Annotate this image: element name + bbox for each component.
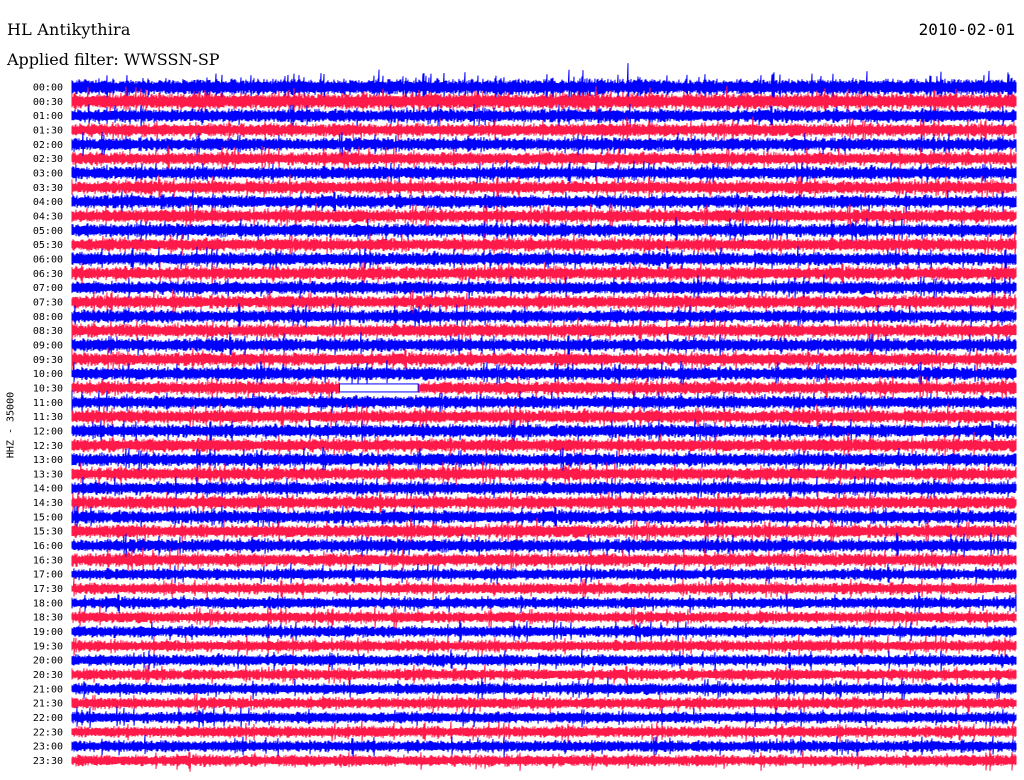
row-time-label: 00:30	[33, 97, 63, 108]
row-time-label: 23:00	[33, 742, 63, 753]
row-time-label: 19:00	[33, 627, 63, 638]
row-time-label: 12:00	[33, 426, 63, 437]
row-time-label: 00:00	[33, 83, 63, 94]
trace-row-2300	[71, 734, 1017, 758]
row-time-label: 01:30	[33, 126, 63, 137]
trace-row-1700	[71, 562, 1017, 585]
row-time-label: 09:30	[33, 355, 63, 366]
row-time-label: 19:30	[33, 641, 63, 652]
row-time-label: 14:30	[33, 498, 63, 509]
row-time-label: 22:30	[33, 727, 63, 738]
data-gap-1030	[338, 383, 419, 393]
row-time-label: 21:00	[33, 684, 63, 695]
row-time-label: 16:30	[33, 555, 63, 566]
trace-row-1900	[71, 620, 1017, 643]
row-time-label: 04:30	[33, 212, 63, 223]
row-time-label: 12:30	[33, 441, 63, 452]
row-time-label: 11:30	[33, 412, 63, 423]
row-time-label: 09:00	[33, 340, 63, 351]
row-time-label: 02:00	[33, 140, 63, 151]
row-time-label: 13:30	[33, 469, 63, 480]
row-time-label: 10:30	[33, 383, 63, 394]
row-time-label: 15:30	[33, 527, 63, 538]
trace-row-2030	[71, 664, 1017, 686]
row-time-label: 21:30	[33, 699, 63, 710]
trace-row-1930	[71, 634, 1017, 657]
row-time-label: 11:00	[33, 398, 63, 409]
row-time-label: 07:30	[33, 297, 63, 308]
row-time-label: 05:00	[33, 226, 63, 237]
row-time-label: 05:30	[33, 240, 63, 251]
trace-row-1730	[71, 577, 1017, 600]
row-time-label: 14:00	[33, 484, 63, 495]
trace-row-1830	[71, 605, 1017, 629]
row-time-label: 18:00	[33, 598, 63, 609]
trace-row-2330	[71, 749, 1017, 772]
trace-group	[71, 63, 1017, 772]
row-time-label: 20:00	[33, 656, 63, 667]
row-time-label: 13:00	[33, 455, 63, 466]
row-time-label: 01:00	[33, 111, 63, 122]
helicorder-plot: 00:00 00:30 01:00 01:30 02:00 02:30 03:00 03:30…	[33, 63, 1017, 772]
trace-row-2200	[71, 706, 1017, 729]
row-time-label: 17:30	[33, 584, 63, 595]
trace-row-1500	[71, 505, 1017, 530]
channel-label-wrap: HHZ - 35000	[4, 380, 18, 470]
row-time-label: 08:30	[33, 326, 63, 337]
trace-row-2100	[71, 677, 1017, 701]
row-time-label: 04:00	[33, 197, 63, 208]
row-time-label: 23:30	[33, 756, 63, 767]
row-time-label: 06:00	[33, 255, 63, 266]
row-time-label: 22:00	[33, 713, 63, 724]
row-time-label: 20:30	[33, 670, 63, 681]
row-time-label: 17:00	[33, 570, 63, 581]
row-time-label: 02:30	[33, 154, 63, 165]
time-tick-group: 00:00 00:30 01:00 01:30 02:00 02:30 03:00 03:30…	[33, 83, 63, 768]
row-time-label: 18:30	[33, 613, 63, 624]
row-time-label: 06:30	[33, 269, 63, 280]
row-time-label: 08:00	[33, 312, 63, 323]
row-time-label: 03:30	[33, 183, 63, 194]
row-time-label: 07:00	[33, 283, 63, 294]
row-time-label: 16:00	[33, 541, 63, 552]
channel-label: HHZ - 35000	[5, 391, 17, 459]
trace-row-2000	[71, 648, 1017, 672]
row-time-label: 03:00	[33, 169, 63, 180]
row-time-label: 10:00	[33, 369, 63, 380]
row-time-label: 15:00	[33, 512, 63, 523]
